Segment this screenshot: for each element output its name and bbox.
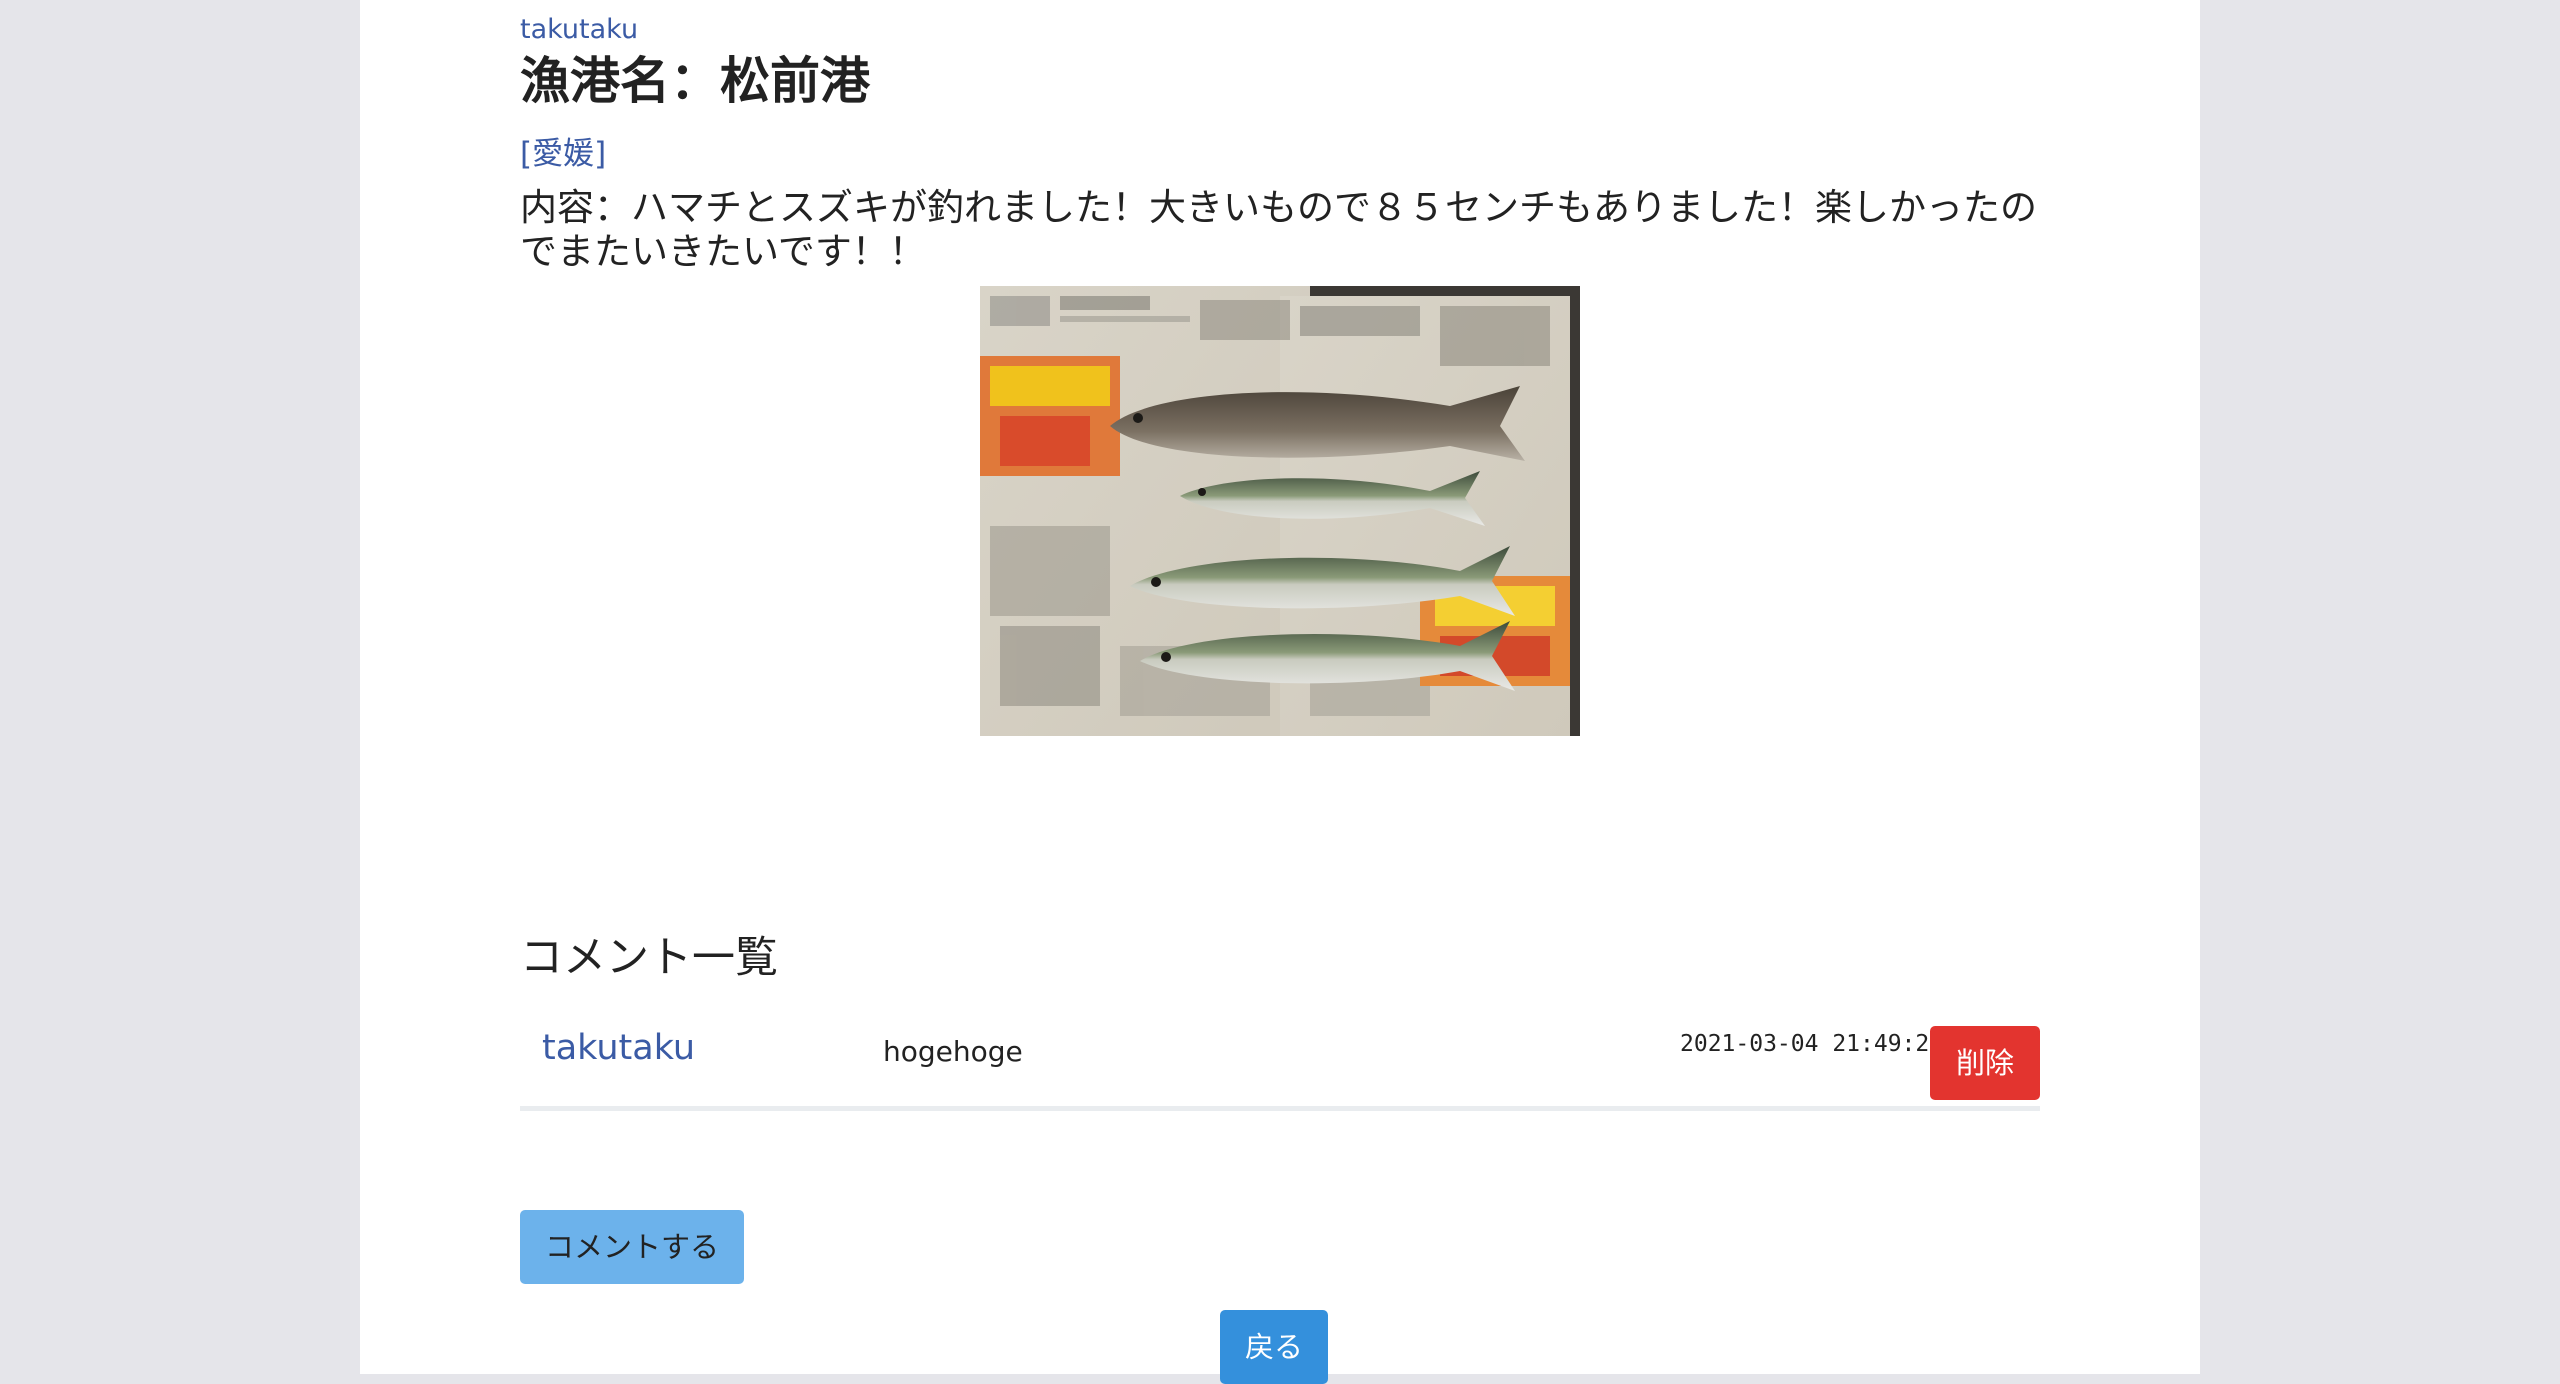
post-author-link[interactable]: takutaku — [520, 12, 638, 48]
comment-text: hogehoge — [883, 1035, 1023, 1068]
comment-date: 2021-03-04 21:49:24 — [1680, 1031, 1944, 1057]
back-button[interactable]: 戻る — [1220, 1310, 1328, 1384]
comment-user-link[interactable]: takutaku — [542, 1024, 695, 1072]
post-title: 漁港名：松前港 — [520, 52, 870, 110]
add-comment-button[interactable]: コメントする — [520, 1210, 744, 1284]
prefecture-tag: [愛媛] — [520, 136, 607, 172]
comments-section-title: コメント一覧 — [520, 933, 778, 983]
page-container: takutaku 漁港名：松前港 [愛媛] 内容：ハマチとスズキが釣れました！大… — [360, 0, 2200, 1384]
delete-comment-button[interactable]: 削除 — [1930, 1026, 2040, 1100]
fish-catch-photo — [980, 286, 1580, 736]
fish-catch-image — [980, 286, 1580, 736]
post-body: 内容：ハマチとスズキが釣れました！大きいもので８５センチもありました！楽しかった… — [520, 186, 2037, 273]
comment-row: takutaku hogehoge 2021-03-04 21:49:24 削除 — [520, 1020, 2040, 1111]
